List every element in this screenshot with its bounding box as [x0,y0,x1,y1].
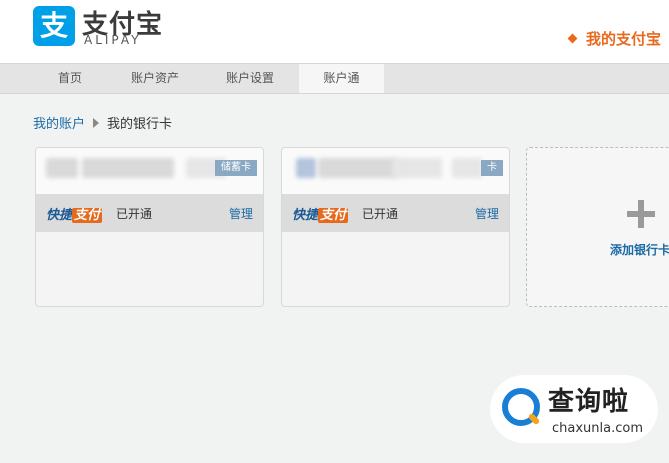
quickpay-text-b: 支付 [318,207,349,223]
card-type-badge: 卡 [481,160,503,176]
quickpay-status: 已开通 [362,206,399,221]
main-nav: 首页 账户资产 账户设置 账户通 [0,63,669,94]
card-header: 卡 [282,148,509,194]
breadcrumb-arrow-icon [93,117,100,128]
quickpay-status: 已开通 [116,206,153,221]
add-bank-card-label: 添加银行卡 [610,243,669,257]
diamond-icon [567,33,578,44]
my-alipay-link[interactable]: 我的支付宝 [567,28,661,49]
plus-icon [627,200,655,228]
masked-card-tail [452,158,482,178]
masked-card-number [318,158,398,178]
masked-card-number [82,158,174,178]
search-magnifier-icon [502,388,540,426]
quickpay-logo: 快捷 支付 [292,204,349,223]
nav-item-assets[interactable]: 账户资产 [120,64,190,93]
quickpay-text-a: 快捷 [46,207,73,223]
site-header: 支 支付宝 ALIPAY 我的支付宝 [0,0,669,63]
breadcrumb-current: 我的银行卡 [107,117,173,132]
masked-bank-name [46,158,78,178]
alipay-logo-icon[interactable]: 支 [33,6,75,46]
nav-item-account-link[interactable]: 账户通 [299,64,384,93]
watermark-text-cn: 查询啦 [548,387,630,417]
breadcrumb: 我的账户 我的银行卡 [33,113,172,132]
watermark-text-en: chaxunla.com [552,421,643,436]
bank-card-2[interactable]: 卡 快捷 支付 已开通 管理 [281,147,510,307]
card-type-badge: 储蓄卡 [215,160,257,176]
quickpay-text-a: 快捷 [292,207,319,223]
manage-link[interactable]: 管理 [475,205,499,222]
logo-glyph: 支 [39,9,68,42]
breadcrumb-my-account[interactable]: 我的账户 [33,113,85,132]
card-header: 储蓄卡 [36,148,263,194]
nav-item-settings[interactable]: 账户设置 [215,64,285,93]
nav-item-home[interactable]: 首页 [40,64,100,93]
add-bank-card-button[interactable]: 添加银行卡 [526,147,669,307]
masked-bank-logo [296,158,316,178]
bank-card-1[interactable]: 储蓄卡 快捷 支付 已开通 管理 [35,147,264,307]
quickpay-text-b: 支付 [72,207,103,223]
manage-link[interactable]: 管理 [229,205,253,222]
quickpay-row: 快捷 支付 已开通 管理 [36,194,263,232]
logo-text-en: ALIPAY [84,33,142,47]
quickpay-row: 快捷 支付 已开通 管理 [282,194,509,232]
my-alipay-label: 我的支付宝 [585,30,661,48]
masked-card-middle [392,158,442,178]
quickpay-logo: 快捷 支付 [46,204,103,223]
watermark: 查询啦 chaxunla.com [490,375,658,443]
